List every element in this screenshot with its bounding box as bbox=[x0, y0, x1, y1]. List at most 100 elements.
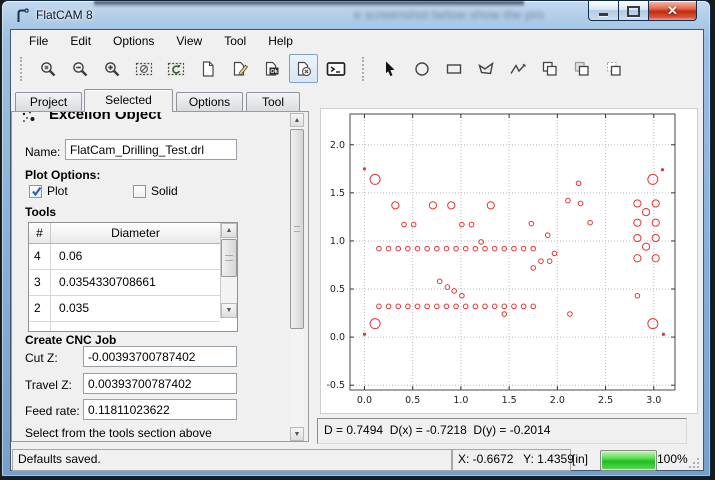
clear-plot-button[interactable] bbox=[129, 54, 158, 83]
name-input[interactable] bbox=[65, 139, 237, 160]
travelz-input[interactable] bbox=[83, 373, 237, 394]
scroll-down-arrow[interactable]: ▼ bbox=[290, 427, 304, 441]
menu-edit[interactable]: Edit bbox=[59, 32, 102, 50]
menu-file[interactable]: File bbox=[18, 32, 59, 50]
status-message: Defaults saved. bbox=[12, 449, 452, 471]
rectangle-icon bbox=[445, 60, 463, 78]
selected-tab-panel: Excellon Object Name: Plot Options: Plot… bbox=[11, 111, 309, 442]
tools-table: # Diameter 4 0.06 3 0.0354330708661 2 0.… bbox=[28, 222, 238, 332]
edit-object-button[interactable] bbox=[225, 54, 254, 83]
svg-text:1.0: 1.0 bbox=[330, 236, 345, 247]
polyline-icon bbox=[509, 60, 527, 78]
zoom-out-button[interactable] bbox=[65, 54, 94, 83]
tool-number: 4 bbox=[29, 244, 51, 269]
table-scrollbar-thumb[interactable] bbox=[221, 239, 237, 277]
select-tool-button[interactable] bbox=[375, 54, 404, 83]
table-row-partial bbox=[29, 322, 220, 332]
zoom-in-icon bbox=[103, 60, 121, 78]
clear-plot-icon bbox=[135, 60, 153, 78]
tab-options[interactable]: Options bbox=[176, 92, 243, 111]
zoom-out-icon bbox=[71, 60, 89, 78]
cutz-input[interactable] bbox=[83, 346, 237, 367]
progress-percent-label: 100% bbox=[657, 449, 688, 469]
plot-checkbox-box bbox=[29, 185, 42, 198]
svg-text:2.5: 2.5 bbox=[598, 395, 613, 406]
resize-grip[interactable] bbox=[687, 456, 700, 472]
window-title: FlatCAM 8 bbox=[36, 8, 93, 22]
menu-options[interactable]: Options bbox=[102, 32, 165, 50]
draw-circle-button[interactable] bbox=[407, 54, 436, 83]
terminal-icon bbox=[326, 60, 346, 78]
plot-checkbox[interactable]: Plot bbox=[29, 184, 68, 198]
col-header-diameter[interactable]: Diameter bbox=[51, 223, 220, 243]
feedrate-input[interactable] bbox=[83, 399, 237, 420]
zoom-fit-button[interactable] bbox=[33, 54, 62, 83]
flatcam-logo-icon bbox=[14, 7, 30, 27]
draw-polygon-button[interactable] bbox=[471, 54, 500, 83]
cutz-label: Cut Z: bbox=[25, 351, 58, 365]
maximize-button[interactable] bbox=[619, 1, 648, 21]
svg-text:Ok: Ok bbox=[270, 69, 278, 75]
svg-text:0.5: 0.5 bbox=[405, 395, 420, 406]
union-button[interactable] bbox=[535, 54, 564, 83]
zoom-in-button[interactable] bbox=[97, 54, 126, 83]
save-ok-icon: Ok bbox=[263, 60, 281, 78]
draw-rectangle-button[interactable] bbox=[439, 54, 468, 83]
menu-view[interactable]: View bbox=[165, 32, 213, 50]
tab-project[interactable]: Project bbox=[15, 92, 82, 111]
svg-text:-0.5: -0.5 bbox=[326, 380, 345, 391]
tools-label: Tools bbox=[25, 205, 56, 219]
title-bar[interactable]: FlatCAM 8 e screenshot below show the pr… bbox=[2, 1, 710, 29]
polygon-icon bbox=[477, 60, 495, 78]
table-row[interactable]: 4 0.06 bbox=[29, 244, 220, 270]
close-button[interactable]: ✕ bbox=[648, 1, 697, 21]
toolbar-drag-handle[interactable] bbox=[20, 57, 26, 81]
menu-bar: File Edit Options View Tool Help bbox=[11, 30, 703, 52]
plot-canvas[interactable]: 0.00.51.01.52.02.53.0-0.50.00.51.01.52.0 bbox=[320, 108, 698, 414]
menu-help[interactable]: Help bbox=[257, 32, 304, 50]
travelz-label: Travel Z: bbox=[25, 378, 72, 392]
tab-selected[interactable]: Selected bbox=[84, 89, 173, 112]
plot-options-label: Plot Options: bbox=[25, 168, 100, 182]
subtract-button[interactable] bbox=[599, 54, 628, 83]
svg-text:2.0: 2.0 bbox=[330, 140, 345, 151]
toolbar-drag-handle[interactable] bbox=[362, 57, 368, 81]
minimize-button[interactable] bbox=[588, 1, 619, 21]
tab-tool[interactable]: Tool bbox=[246, 92, 300, 111]
scroll-up-arrow[interactable]: ▲ bbox=[221, 223, 237, 238]
cancel-edit-button[interactable] bbox=[289, 54, 318, 83]
replot-button[interactable] bbox=[161, 54, 190, 83]
scroll-up-arrow[interactable]: ▲ bbox=[290, 113, 304, 127]
app-window: FlatCAM 8 e screenshot below show the pr… bbox=[1, 0, 711, 477]
new-file-icon bbox=[199, 60, 217, 78]
svg-text:0.0: 0.0 bbox=[357, 395, 372, 406]
col-header-number[interactable]: # bbox=[29, 223, 51, 243]
svg-text:1.5: 1.5 bbox=[330, 188, 345, 199]
svg-text:0.0: 0.0 bbox=[330, 332, 345, 343]
solid-checkbox[interactable]: Solid bbox=[133, 184, 178, 198]
panel-scrollbar-thumb[interactable] bbox=[290, 129, 304, 329]
menu-tool[interactable]: Tool bbox=[213, 32, 257, 50]
cancel-edit-icon bbox=[295, 60, 313, 78]
close-icon: ✕ bbox=[667, 2, 678, 19]
scroll-down-arrow[interactable]: ▼ bbox=[221, 303, 237, 318]
new-object-button[interactable] bbox=[193, 54, 222, 83]
union-icon bbox=[541, 60, 559, 78]
tools-hint-text: Select from the tools section above bbox=[25, 426, 212, 440]
intersection-button[interactable] bbox=[567, 54, 596, 83]
table-row[interactable]: 3 0.0354330708661 bbox=[29, 270, 220, 296]
excellon-drill-icon bbox=[21, 111, 39, 128]
table-scrollbar[interactable]: ▲ ▼ bbox=[220, 223, 237, 318]
tool-number: 2 bbox=[29, 296, 51, 321]
zoom-fit-icon bbox=[39, 60, 57, 78]
save-object-button[interactable]: Ok bbox=[257, 54, 286, 83]
solid-checkbox-box bbox=[133, 185, 146, 198]
subtract-icon bbox=[605, 60, 623, 78]
table-row[interactable]: 2 0.035 bbox=[29, 296, 220, 322]
select-arrow-icon bbox=[381, 60, 399, 78]
svg-text:3.0: 3.0 bbox=[646, 395, 661, 406]
panel-scrollbar[interactable]: ▲ ▼ bbox=[290, 113, 304, 441]
shell-button[interactable] bbox=[321, 54, 350, 83]
drill-plot: 0.00.51.01.52.02.53.0-0.50.00.51.01.52.0 bbox=[321, 109, 695, 411]
draw-path-button[interactable] bbox=[503, 54, 532, 83]
